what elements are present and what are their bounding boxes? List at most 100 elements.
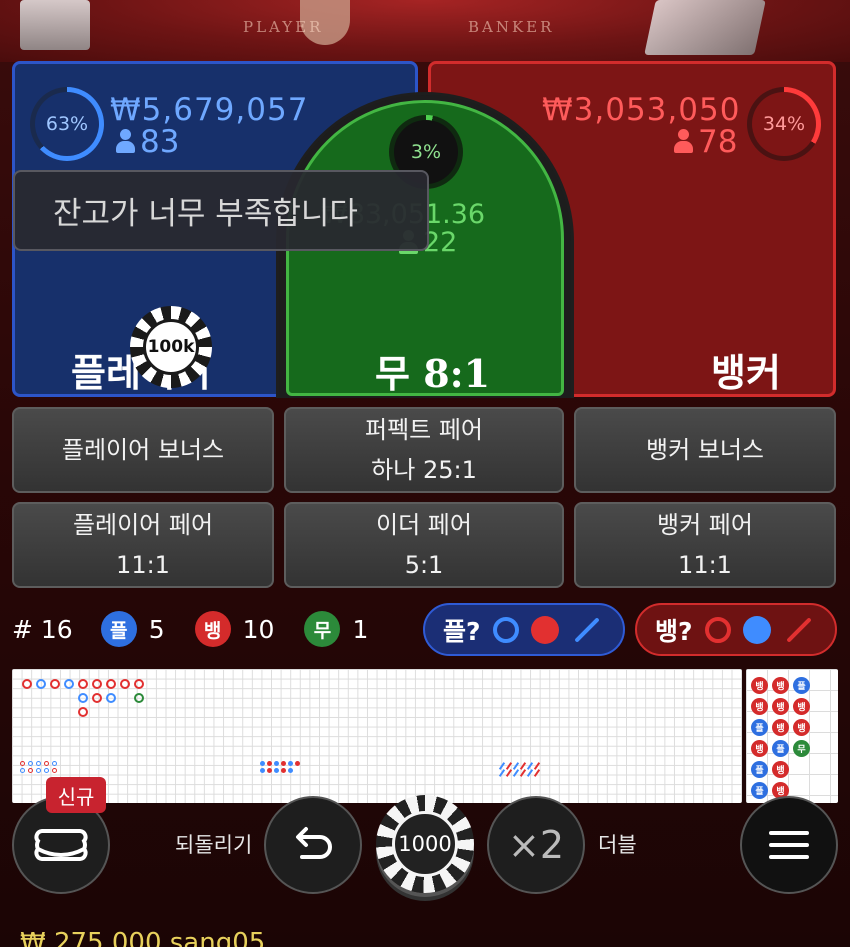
- bead-road-cell: 뱅: [793, 698, 810, 715]
- side-bet-label: 플레이어 보너스: [61, 436, 225, 464]
- bead-road-cell: 뱅: [772, 698, 789, 715]
- player-bettor-number: 83: [140, 124, 180, 160]
- big-road-mark: [78, 707, 88, 717]
- small-road-mark: [52, 768, 57, 773]
- big-road-mark: [120, 679, 130, 689]
- player-total-amount: ₩5,679,057: [110, 92, 309, 128]
- small-road-mark: [28, 768, 33, 773]
- round-stats: # 16 플 5 뱅 10 무 1: [12, 604, 368, 654]
- bead-road-cell: 뱅: [751, 698, 768, 715]
- cockroach-road-mark: [498, 769, 506, 777]
- banker-win-count: 10: [242, 614, 275, 644]
- big-road-mark: [134, 679, 144, 689]
- side-bet-payout: 하나 25:1: [371, 456, 477, 484]
- bead-road-cell: 뱅: [751, 740, 768, 757]
- big-road-mark: [106, 679, 116, 689]
- big-road-mark: [64, 679, 74, 689]
- bead-mark: [260, 768, 265, 773]
- felt-banker-label: BANKER: [468, 18, 555, 36]
- side-bet-label: 플레이어 페어: [72, 511, 214, 539]
- small-road-mark: [44, 768, 49, 773]
- banker-predict-button[interactable]: 뱅?: [635, 603, 837, 656]
- small-road-mark: [52, 761, 57, 766]
- undo-button[interactable]: [264, 796, 362, 894]
- placed-chip-value: 100k: [143, 319, 199, 375]
- big-road-mark: [50, 679, 60, 689]
- bead-road-cell: 플: [751, 782, 768, 799]
- double-symbol: ×2: [507, 823, 565, 867]
- bead-road[interactable]: 뱅뱅플뱅뱅뱅플뱅뱅뱅플무플뱅플뱅: [746, 669, 838, 803]
- chip-value: 1000: [392, 811, 458, 877]
- bead-mark: [288, 761, 293, 766]
- bead-road-cell: 플: [793, 677, 810, 694]
- small-road-mark: [44, 761, 49, 766]
- ring-icon: [704, 616, 731, 643]
- side-bet-label: 뱅커 페어: [657, 511, 753, 539]
- hamburger-icon: [769, 831, 809, 859]
- round-count: # 16: [12, 614, 73, 644]
- cockroach-road-mark: [512, 769, 520, 777]
- cockroach-road-mark: [505, 769, 513, 777]
- player-pair-button[interactable]: 플레이어 페어 11:1: [12, 502, 274, 588]
- banker-bonus-button[interactable]: 뱅커 보너스: [574, 407, 836, 493]
- table-icon: [34, 829, 88, 861]
- perfect-pair-button[interactable]: 퍼펙트 페어 하나 25:1: [284, 407, 564, 493]
- player-bonus-button[interactable]: 플레이어 보너스: [12, 407, 274, 493]
- side-bet-payout: 11:1: [678, 551, 732, 579]
- insufficient-balance-toast: 잔고가 너무 부족합니다: [13, 170, 429, 251]
- player-predict-button[interactable]: 플?: [423, 603, 625, 656]
- cockroach-road-mark: [533, 769, 541, 777]
- banker-bettor-number: 78: [698, 124, 738, 160]
- player-win-badge: 플: [100, 611, 137, 647]
- bead-road-cell: 플: [751, 761, 768, 778]
- banker-pair-button[interactable]: 뱅커 페어 11:1: [574, 502, 836, 588]
- side-bet-label: 퍼펙트 페어: [364, 416, 484, 444]
- card-shoe: [644, 0, 766, 55]
- banker-win-badge: 뱅: [194, 611, 231, 647]
- bead-road-cell: 뱅: [772, 677, 789, 694]
- big-road-mark: [78, 693, 88, 703]
- cockroach-road-mark: [526, 769, 534, 777]
- menu-button[interactable]: [740, 796, 838, 894]
- felt-player-label: PLAYER: [243, 18, 324, 36]
- bead-road-cell: 뱅: [793, 719, 810, 736]
- bead-road-cell: 뱅: [751, 677, 768, 694]
- balance-and-username: ₩ 275,000 sang05: [20, 928, 266, 947]
- bead-mark: [295, 761, 300, 766]
- scoreboard-roadmap[interactable]: [12, 669, 742, 803]
- bead-mark: [281, 768, 286, 773]
- live-video-strip: PLAYER BANKER: [0, 0, 850, 62]
- bead-mark: [288, 768, 293, 773]
- new-badge: 신규: [46, 777, 106, 813]
- bead-mark: [267, 761, 272, 766]
- banker-bettor-count: 78: [674, 124, 737, 160]
- player-win-count: 5: [148, 614, 165, 644]
- bead-mark: [267, 768, 272, 773]
- side-bet-label: 뱅커 보너스: [645, 436, 765, 464]
- small-road-mark: [28, 761, 33, 766]
- undo-label: 되돌리기: [175, 833, 253, 857]
- double-button[interactable]: ×2: [487, 796, 585, 894]
- chip-selector[interactable]: 1000: [376, 795, 474, 893]
- side-bet-label: 이더 페어: [376, 511, 472, 539]
- dot-icon: [530, 615, 559, 644]
- tie-label: 무 8:1: [375, 351, 491, 396]
- banker-total-amount: ₩3,053,050: [542, 92, 741, 128]
- bead-road-cell: 뱅: [772, 761, 789, 778]
- player-percent-ring: 63%: [30, 87, 104, 161]
- bead-mark: [260, 761, 265, 766]
- big-road-mark: [36, 679, 46, 689]
- dot-icon: [742, 615, 771, 644]
- player-bettor-count: 83: [116, 124, 179, 160]
- banker-predict-label: 뱅?: [655, 616, 693, 646]
- small-road-mark: [20, 761, 25, 766]
- banker-percent: 34%: [752, 92, 816, 156]
- banker-label: 뱅커: [711, 351, 781, 395]
- slash-icon: [573, 616, 600, 643]
- bead-road-cell: 뱅: [772, 719, 789, 736]
- big-road-mark: [22, 679, 32, 689]
- side-bet-payout: 5:1: [404, 551, 444, 579]
- either-pair-button[interactable]: 이더 페어 5:1: [284, 502, 564, 588]
- bead-mark: [274, 768, 279, 773]
- person-icon: [116, 129, 135, 155]
